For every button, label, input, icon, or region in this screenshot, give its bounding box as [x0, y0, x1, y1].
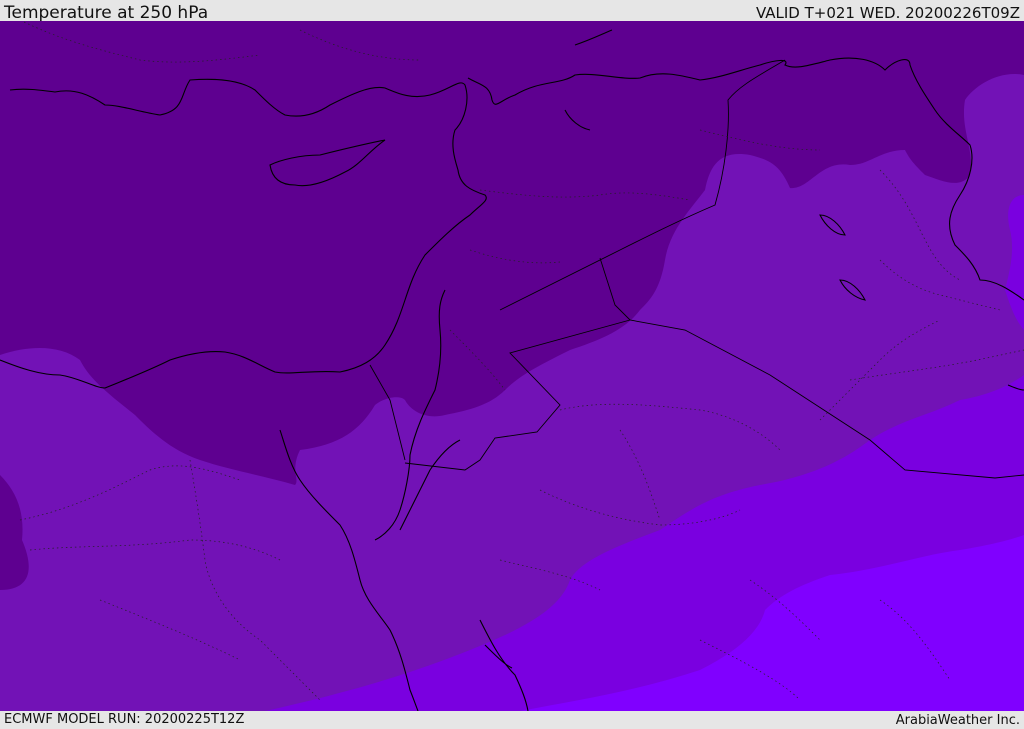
temperature-map[interactable]: [0, 21, 1024, 711]
model-run-label: ECMWF MODEL RUN: 20200225T12Z: [4, 712, 245, 727]
credit-label: ArabiaWeather Inc.: [895, 713, 1020, 728]
valid-time: VALID T+021 WED. 20200226T09Z: [755, 4, 1020, 22]
header-bar: Temperature at 250 hPa VALID T+021 WED. …: [0, 0, 1024, 23]
footer-bar: ECMWF MODEL RUN: 20200225T12Z ArabiaWeat…: [0, 711, 1024, 729]
map-title: Temperature at 250 hPa: [4, 3, 209, 23]
